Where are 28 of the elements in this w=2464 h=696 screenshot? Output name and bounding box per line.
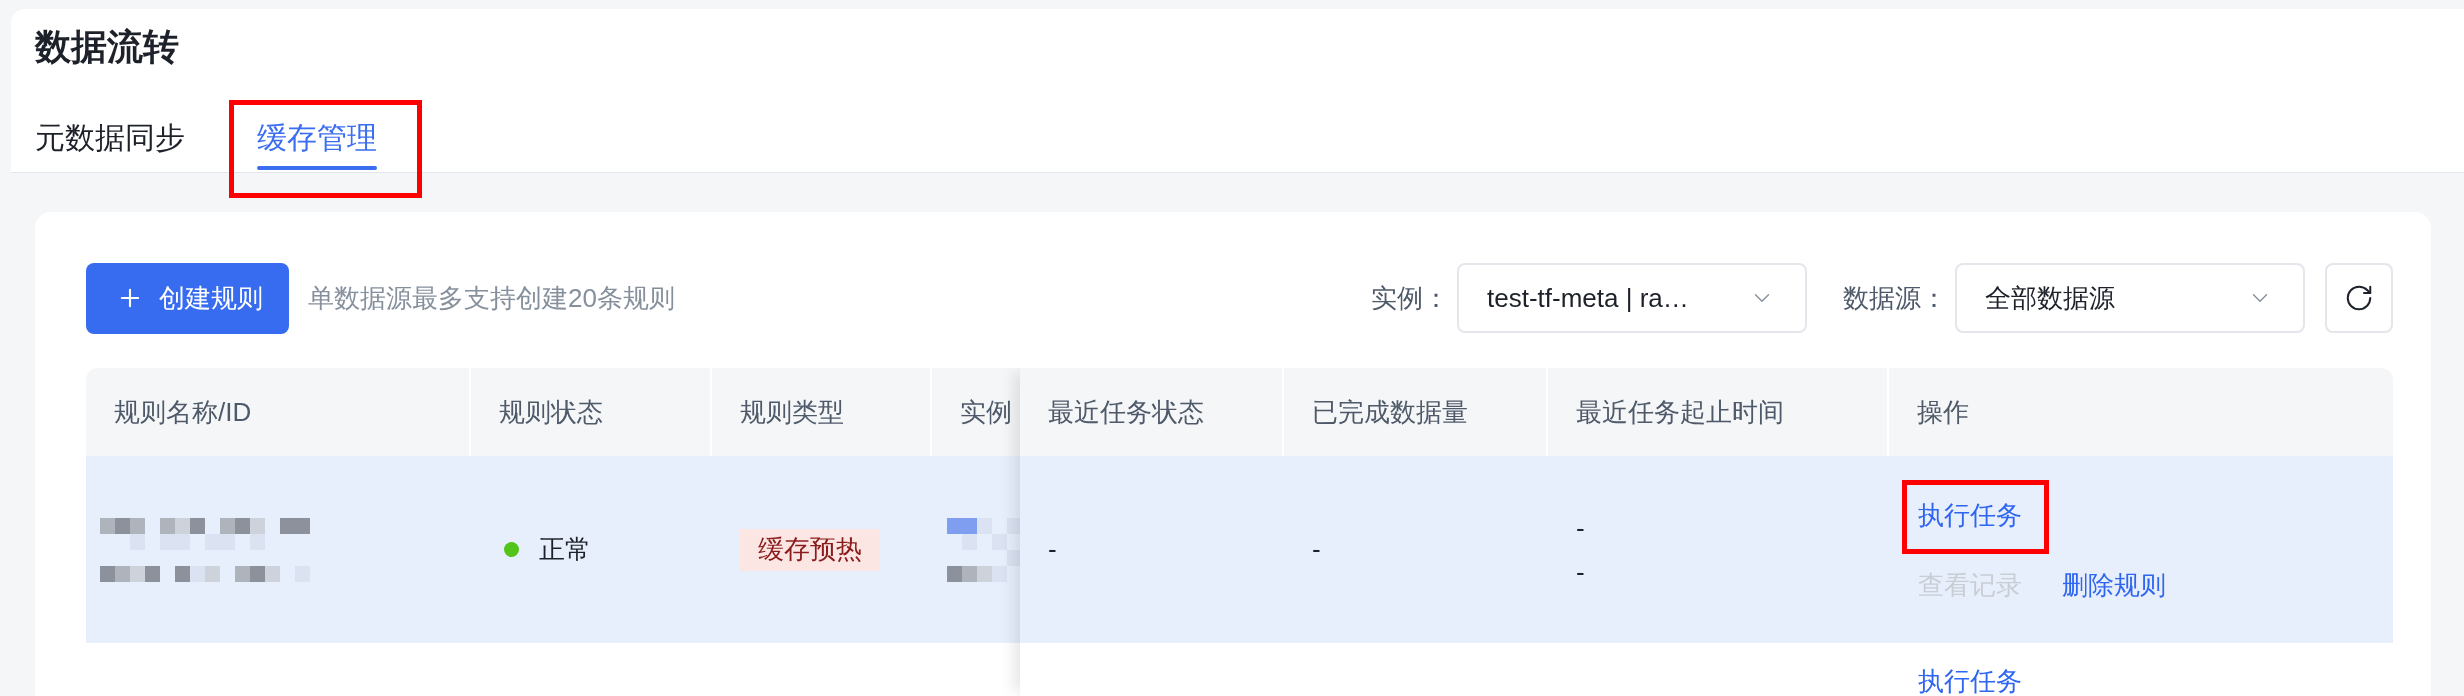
column-header: 最近任务状态	[1048, 395, 1204, 429]
refresh-button[interactable]	[2325, 263, 2393, 333]
create-rule-button[interactable]: 创建规则	[86, 262, 289, 334]
rule-type-tag: 缓存预热	[740, 528, 880, 571]
page-title: 数据流转	[35, 27, 180, 67]
filter-label: 数据源：	[1843, 281, 1947, 315]
column-header: 规则状态	[499, 395, 603, 429]
column-header: 最近任务起止时间	[1576, 395, 1784, 429]
action-link[interactable]: 删除规则	[2062, 566, 2166, 603]
column-header: 实例	[960, 395, 1012, 429]
tab[interactable]: 元数据同步	[35, 118, 185, 172]
action-link[interactable]: 执行任务	[1918, 663, 2022, 696]
column-header: 规则名称/ID	[114, 395, 252, 429]
hint-text: 单数据源最多支持创建20条规则	[308, 281, 675, 315]
column-header: 操作	[1917, 395, 1969, 429]
status-text: 正常	[539, 533, 591, 566]
filter-label: 实例：	[1371, 281, 1449, 315]
tab[interactable]: 缓存管理	[257, 118, 377, 172]
filter-select[interactable]: 全部数据源	[1955, 263, 2305, 333]
column-header: 规则类型	[740, 395, 844, 429]
filter-select[interactable]: test-tf-meta | ra…	[1457, 263, 1807, 333]
task-time-text: -	[1576, 558, 1585, 585]
column-header: 已完成数据量	[1312, 395, 1468, 429]
refresh-icon	[2344, 283, 2374, 313]
task-status-text: -	[1048, 533, 1057, 566]
task-time-text: -	[1576, 514, 1585, 541]
completed-count-text: -	[1312, 533, 1321, 566]
action-link[interactable]: 执行任务	[1918, 496, 2022, 533]
